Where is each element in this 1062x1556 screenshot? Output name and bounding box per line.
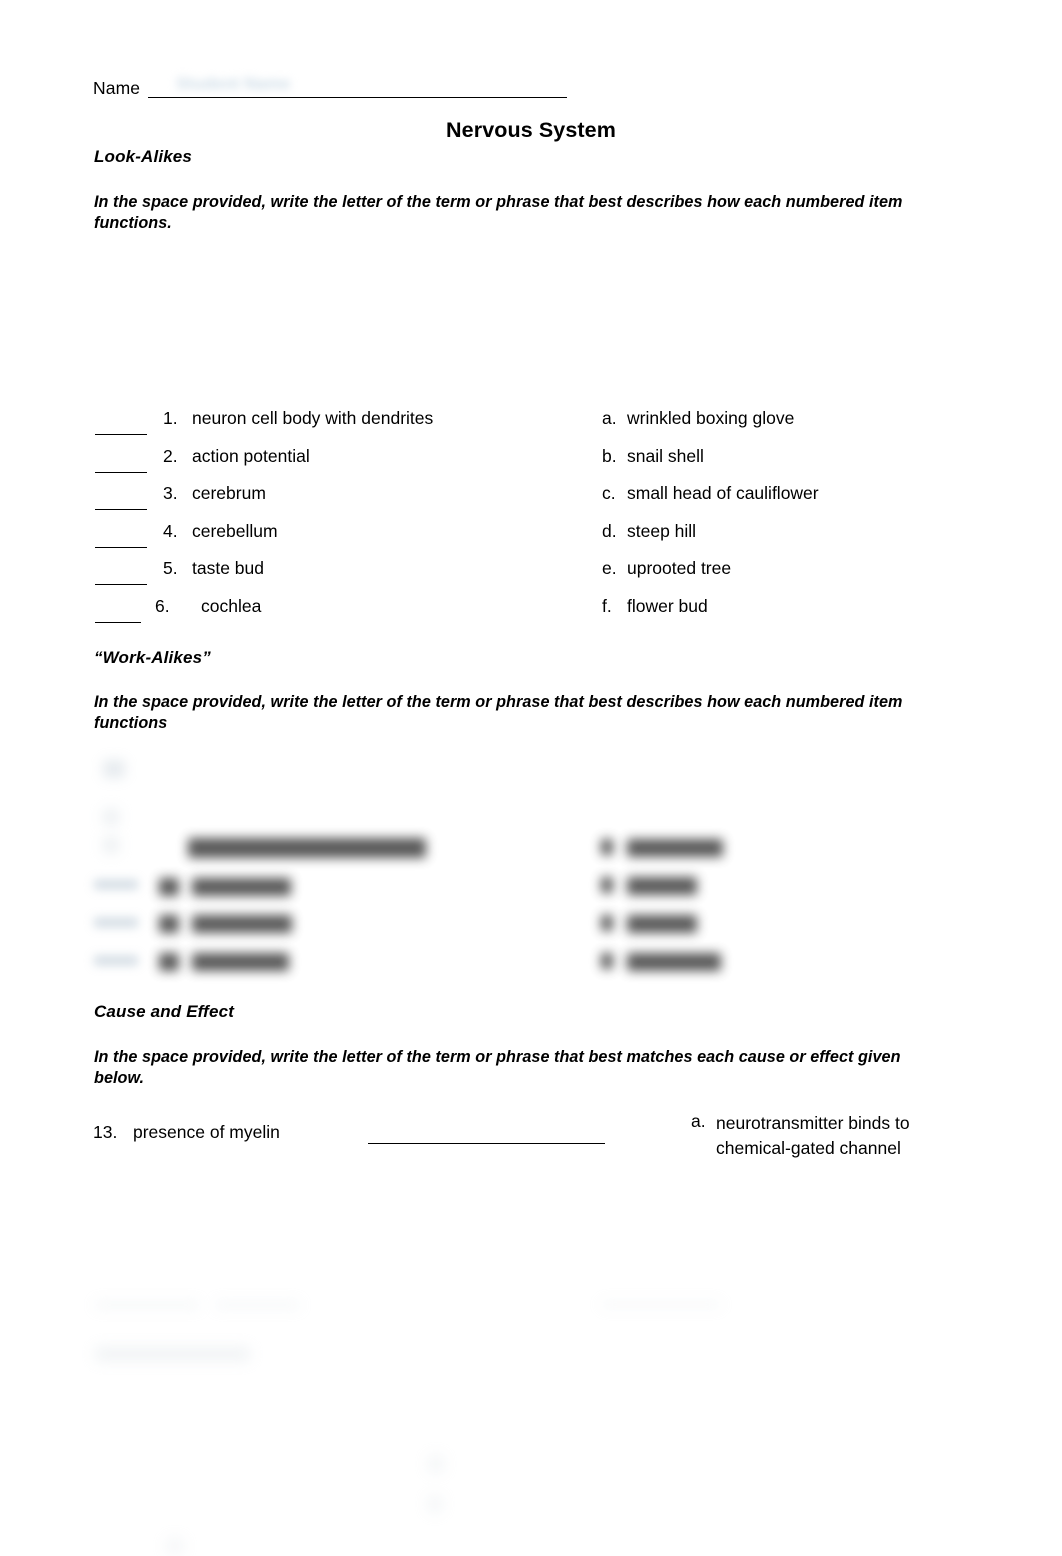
item-text: taste bud <box>192 558 264 578</box>
worksheet-page: Name Student Name Nervous System Look-Al… <box>0 0 1062 1556</box>
option-letter: d. <box>602 520 617 541</box>
option-text: wrinkled boxing glove <box>627 408 795 428</box>
option-text: steep hill <box>627 520 697 541</box>
obscured-letter <box>601 915 613 931</box>
obscured-text <box>192 878 291 896</box>
obscured-text <box>188 838 426 858</box>
item-text: neuron cell body with dendrites <box>192 408 434 428</box>
name-value-redacted: Student Name <box>176 74 291 93</box>
name-row: Name Student Name <box>93 72 568 98</box>
item-number: 13. <box>93 1122 118 1142</box>
obscured-blank <box>94 880 138 889</box>
option-letter: a. <box>691 1111 706 1131</box>
obscured-letter <box>601 877 613 893</box>
obscured-text <box>95 1302 200 1308</box>
section-heading-look-alikes: Look-Alikes <box>94 147 193 166</box>
name-label: Name <box>93 78 141 98</box>
obscured-number <box>159 915 179 933</box>
obscured-number <box>159 953 179 971</box>
item-number: 6. <box>155 595 170 616</box>
obscured-mark <box>428 1495 442 1513</box>
answer-blank-4[interactable] <box>95 521 147 548</box>
instructions-work-alikes: In the space provided, write the letter … <box>94 693 903 732</box>
obscured-number <box>159 878 179 896</box>
obscured-mark <box>104 838 118 852</box>
obscured-text <box>627 877 697 895</box>
cause-and-effect-row: 13. presence of myelin a. neurotransmitt… <box>93 1111 973 1182</box>
page-title: Nervous System <box>446 118 616 142</box>
option-letter: e. <box>602 558 617 578</box>
option-text: snail shell <box>627 445 704 466</box>
answer-blank-13[interactable] <box>368 1142 605 1144</box>
obscured-mark <box>104 810 118 824</box>
obscured-blank <box>94 918 138 927</box>
answer-blank-2[interactable] <box>95 446 147 473</box>
instructions-look-alikes: In the space provided, write the letter … <box>94 193 903 232</box>
answer-blank-6[interactable] <box>95 596 141 623</box>
obscured-mark <box>166 1538 184 1554</box>
obscured-mark <box>428 1455 444 1473</box>
obscured-text <box>600 1302 722 1307</box>
obscured-text <box>627 839 723 857</box>
obscured-mark <box>103 760 125 778</box>
option-text: flower bud <box>627 595 708 616</box>
answer-blank-5[interactable] <box>95 558 147 585</box>
obscured-text <box>192 953 289 971</box>
obscured-letter <box>601 839 613 855</box>
item-text: cerebrum <box>192 483 266 503</box>
option-letter: f. <box>602 595 612 616</box>
option-letter: b. <box>602 445 617 466</box>
section-heading-cause-and-effect: Cause and Effect <box>94 1002 235 1021</box>
item-text: cerebellum <box>192 520 278 541</box>
obscured-letter <box>601 953 613 969</box>
obscured-text <box>95 1347 250 1361</box>
instructions-cause-and-effect: In the space provided, write the letter … <box>94 1048 901 1087</box>
option-letter: c. <box>602 483 616 503</box>
name-input-blank[interactable]: Student Name <box>148 74 568 98</box>
obscured-blank <box>94 956 138 965</box>
item-number: 2. <box>163 445 178 466</box>
obscured-text <box>627 915 697 933</box>
item-number: 1. <box>163 408 178 428</box>
item-text: presence of myelin <box>133 1122 280 1142</box>
option-text: small head of cauliflower <box>627 483 819 503</box>
option-text: neurotransmitter binds to chemical-gated… <box>716 1113 910 1158</box>
answer-blank-1[interactable] <box>95 408 147 435</box>
option-letter: a. <box>602 408 617 428</box>
option-text: uprooted tree <box>627 558 732 578</box>
item-number: 3. <box>163 483 178 503</box>
obscured-text <box>627 953 721 971</box>
item-text: action potential <box>192 445 310 466</box>
obscured-text <box>215 1302 300 1308</box>
item-text: cochlea <box>201 595 262 616</box>
item-number: 5. <box>163 558 178 578</box>
obscured-text <box>192 915 292 933</box>
item-number: 4. <box>163 520 178 541</box>
section-heading-work-alikes: “Work-Alikes” <box>94 648 211 667</box>
answer-blank-3[interactable] <box>95 483 147 510</box>
